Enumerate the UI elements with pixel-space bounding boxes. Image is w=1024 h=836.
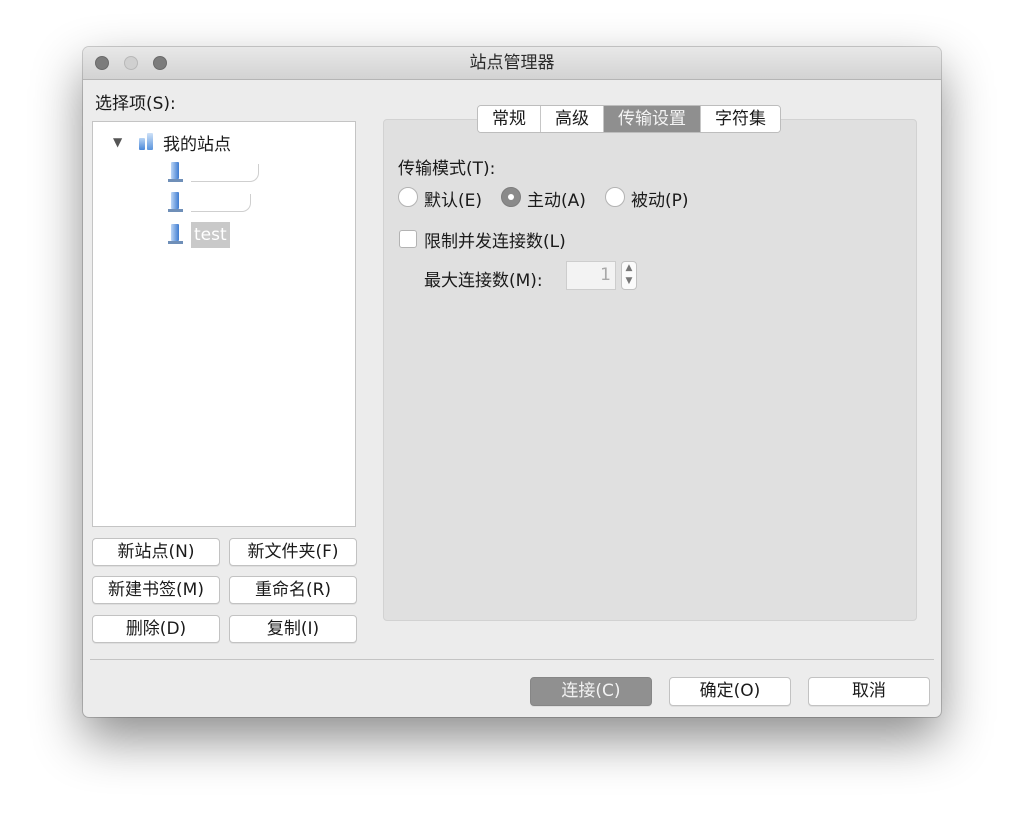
tree-root-label: 我的站点 <box>163 134 231 155</box>
server-icon <box>167 224 185 246</box>
new-folder-button[interactable]: 新文件夹(F) <box>229 538 357 566</box>
limit-connections-checkbox[interactable] <box>399 230 417 248</box>
site-name-field <box>191 194 251 212</box>
tree-root-my-sites[interactable]: ▼ 我的站点 <box>113 130 231 155</box>
radio-mode-default[interactable] <box>398 187 418 207</box>
rename-button[interactable]: 重命名(R) <box>229 576 357 604</box>
tab-charset[interactable]: 字符集 <box>701 106 780 132</box>
disclosure-triangle-icon[interactable]: ▼ <box>113 135 129 149</box>
titlebar: 站点管理器 <box>83 47 941 80</box>
tree-site-item-selected[interactable]: test <box>167 222 230 248</box>
footer-separator <box>90 659 934 660</box>
stepper-up-icon[interactable]: ▲ <box>622 262 636 275</box>
cancel-button[interactable]: 取消 <box>808 677 930 706</box>
stepper-down-icon[interactable]: ▼ <box>622 275 636 288</box>
ok-button[interactable]: 确定(O) <box>669 677 791 706</box>
site-manager-window: 站点管理器 选择项(S): ▼ 我的站点 test 新站点(N) 新文件夹(F)… <box>83 47 941 717</box>
server-icon <box>167 192 185 214</box>
radio-mode-active-label: 主动(A) <box>527 191 586 211</box>
radio-mode-default-label: 默认(E) <box>424 191 483 211</box>
select-label: 选择项(S): <box>95 94 176 114</box>
copy-button[interactable]: 复制(I) <box>229 615 357 643</box>
window-title: 站点管理器 <box>469 53 555 73</box>
radio-mode-passive[interactable] <box>605 187 625 207</box>
delete-button[interactable]: 删除(D) <box>92 615 220 643</box>
site-tree[interactable]: ▼ 我的站点 test <box>92 121 356 527</box>
transfer-mode-label: 传输模式(T): <box>398 159 496 179</box>
server-icon <box>167 162 185 184</box>
limit-connections-label: 限制并发连接数(L) <box>424 232 566 252</box>
radio-mode-passive-label: 被动(P) <box>631 191 689 211</box>
tab-transfer-settings[interactable]: 传输设置 <box>604 106 701 132</box>
tree-site-item[interactable] <box>167 160 259 186</box>
tab-bar: 常规 高级 传输设置 字符集 <box>477 105 781 133</box>
new-site-button[interactable]: 新站点(N) <box>92 538 220 566</box>
site-name-field <box>191 164 259 182</box>
max-connections-label: 最大连接数(M): <box>424 271 543 291</box>
folder-icon <box>137 132 157 152</box>
max-connections-input[interactable]: 1 <box>566 261 616 290</box>
site-name-selected: test <box>191 222 230 248</box>
connect-button[interactable]: 连接(C) <box>530 677 652 706</box>
tree-site-item[interactable] <box>167 190 251 216</box>
tab-advanced[interactable]: 高级 <box>541 106 604 132</box>
tab-general[interactable]: 常规 <box>478 106 541 132</box>
radio-mode-active[interactable] <box>501 187 521 207</box>
new-bookmark-button[interactable]: 新建书签(M) <box>92 576 220 604</box>
max-connections-stepper[interactable]: ▲ ▼ <box>621 261 637 290</box>
